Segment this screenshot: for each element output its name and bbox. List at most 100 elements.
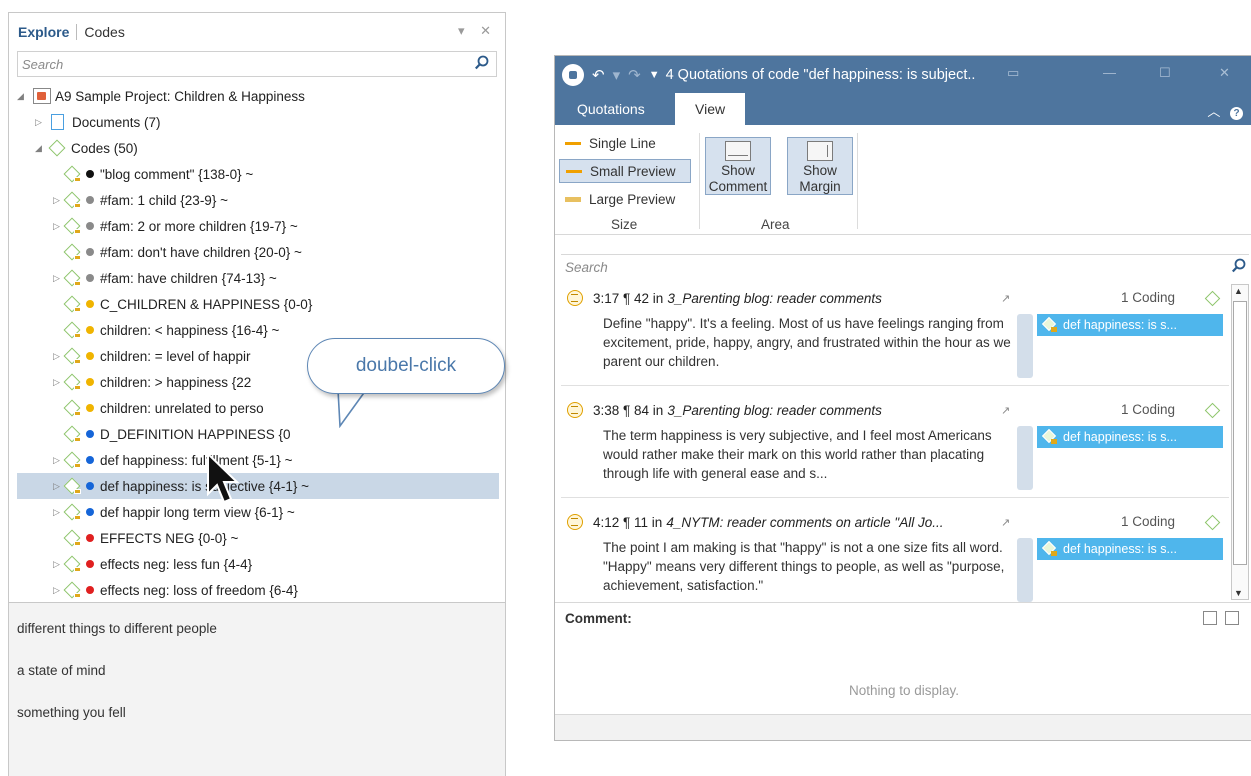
code-tree-item[interactable]: EFFECTS NEG {0-0} ~ [53,525,505,551]
search-icon[interactable] [1231,258,1247,277]
code-label: children: < happiness {16-4} ~ [100,322,280,338]
chevron-up-icon[interactable]: ︿ [1207,104,1220,119]
expand-arrow-icon[interactable]: ▷ [53,481,63,492]
explorer-search-input[interactable]: Search [17,51,497,77]
panel-controls[interactable]: ▾ ✕ [458,23,497,39]
button-label: Show [721,163,755,178]
option-label: Single Line [589,135,656,151]
small-preview-icon [566,169,582,173]
ribbon-collapse-help-icons[interactable]: ︿ ? [1207,101,1243,120]
search-icon[interactable] [474,55,490,74]
expand-arrow-icon[interactable]: ▷ [35,117,45,128]
code-icon [1041,428,1057,444]
code-tree-item[interactable]: ▷ #fam: 2 or more children {19-7} ~ [53,213,505,239]
quotation-id: 4:12 ¶ 11 in [593,514,663,530]
code-tree-item[interactable]: ▷ effects neg: loss of freedom {6-4} [53,577,505,599]
save-comment-icon[interactable] [1225,611,1239,625]
expand-arrow-icon[interactable]: ▷ [53,221,63,232]
tab-codes[interactable]: Codes [84,24,124,40]
code-tree-item[interactable]: D_DEFINITION HAPPINESS {0 [53,421,505,447]
doubleclick-callout: doubel-click [307,338,505,394]
tree-item-codes[interactable]: ◢ Codes (50) [35,135,505,161]
help-icon[interactable]: ? [1230,107,1243,120]
margin-code-tag[interactable]: def happiness: is s... [1037,538,1223,560]
code-label: effects neg: less fun {4-4} [100,556,253,572]
open-editor-icon[interactable] [1203,611,1217,625]
code-color-dot [86,482,94,490]
code-tree-item[interactable]: C_CHILDREN & HAPPINESS {0-0} [53,291,505,317]
undo-icon[interactable]: ↶ [592,66,605,84]
comment-line: a state of mind [17,663,106,678]
status-bar [555,714,1251,740]
empty-message: Nothing to display. [848,683,960,698]
code-label: C_CHILDREN & HAPPINESS {0-0} [100,296,313,312]
margin-bracket [1017,538,1033,602]
quotation-item[interactable]: 3:38 ¶ 84 in 3_Parenting blog: reader co… [561,394,1229,498]
code-icon [63,165,83,183]
open-in-context-icon[interactable]: ↗ [1001,516,1010,529]
code-tree-item[interactable]: ▷ effects neg: less fun {4-4} [53,551,505,577]
open-in-context-icon[interactable]: ↗ [1001,404,1010,417]
quick-access-dropdown-icon[interactable]: ▼ [649,69,660,81]
option-single-line[interactable]: Single Line [559,131,693,155]
tree-item-documents[interactable]: ▷ Documents (7) [35,109,505,135]
expand-arrow-icon[interactable]: ▷ [53,585,63,596]
margin-code-tag[interactable]: def happiness: is s... [1037,426,1223,448]
code-tree-item[interactable]: ▷ #fam: 1 child {23-9} ~ [53,187,505,213]
code-tree-item[interactable]: ▷ def happiness: fulfillment {5-1} ~ [53,447,505,473]
expand-arrow-icon[interactable]: ▷ [53,377,63,388]
code-icon [63,451,83,469]
tab-explore[interactable]: Explore [18,24,69,40]
code-tree-item[interactable]: "blog comment" {138-0} ~ [53,161,505,187]
option-small-preview[interactable]: Small Preview [559,159,691,183]
expand-arrow-icon[interactable]: ▷ [53,455,63,466]
comment-line: different things to different people [17,621,217,636]
tab-view[interactable]: View [675,93,746,125]
callout-tail [337,389,368,428]
code-label: #fam: 1 child {23-9} ~ [100,192,228,208]
collapse-arrow-icon[interactable]: ◢ [35,143,45,154]
window-titlebar[interactable]: ↶ ▾ ↷ ▼ 4 Quotations of code "def happin… [555,56,1251,93]
restore-icon[interactable]: ▭ [1007,65,1019,81]
maximize-icon[interactable]: ☐ [1159,65,1171,81]
tab-quotations[interactable]: Quotations [577,93,645,125]
button-label: Margin [799,179,841,194]
code-tree-item[interactable]: ▷ def happir long term view {6-1} ~ [53,499,505,525]
show-margin-button[interactable]: Show Margin [787,137,853,195]
undo-dropdown-icon[interactable]: ▾ [613,66,621,84]
expand-arrow-icon[interactable]: ▷ [53,273,63,284]
quotation-scrollbar[interactable]: ▲ ▼ [1231,284,1249,600]
code-tree-item[interactable]: children: unrelated to perso [53,395,505,421]
scroll-thumb[interactable] [1233,301,1247,565]
margin-code-tag[interactable]: def happiness: is s... [1037,314,1223,336]
close-icon[interactable]: ✕ [1219,65,1230,81]
scroll-down-icon[interactable]: ▼ [1234,588,1243,598]
code-tree-item[interactable]: ▷ def happiness: is subjective {4-1} ~ [17,473,499,499]
code-color-dot [86,430,94,438]
ribbon-tabs: Quotations View ︿ ? [555,93,1251,125]
code-color-dot [86,586,94,594]
code-color-dot [86,508,94,516]
quotation-search-input[interactable]: Search [561,254,1249,280]
quotation-id: 3:38 ¶ 84 in [593,402,664,418]
collapse-arrow-icon[interactable]: ◢ [17,91,27,102]
open-in-context-icon[interactable]: ↗ [1001,292,1010,305]
expand-arrow-icon[interactable]: ▷ [53,507,63,518]
code-label: effects neg: loss of freedom {6-4} [100,582,298,598]
quotation-document: 4_NYTM: reader comments on article "All … [666,514,944,530]
show-comment-button[interactable]: Show Comment [705,137,771,195]
expand-arrow-icon[interactable]: ▷ [53,559,63,570]
ribbon-divider [699,133,700,229]
expand-arrow-icon[interactable]: ▷ [53,195,63,206]
tree-item-project[interactable]: ◢ A9 Sample Project: Children & Happines… [17,83,505,109]
code-tree-item[interactable]: #fam: don't have children {20-0} ~ [53,239,505,265]
code-tree-item[interactable]: ▷ #fam: have children {74-13} ~ [53,265,505,291]
quotation-item[interactable]: 4:12 ¶ 11 in 4_NYTM: reader comments on … [561,506,1229,602]
minimize-icon[interactable]: — [1103,65,1116,80]
expand-arrow-icon[interactable]: ▷ [53,351,63,362]
scroll-up-icon[interactable]: ▲ [1234,286,1243,296]
code-label: #fam: have children {74-13} ~ [100,270,277,286]
option-large-preview[interactable]: Large Preview [559,187,693,211]
quotation-item[interactable]: 3:17 ¶ 42 in 3_Parenting blog: reader co… [561,282,1229,386]
redo-icon[interactable]: ↷ [628,66,641,84]
